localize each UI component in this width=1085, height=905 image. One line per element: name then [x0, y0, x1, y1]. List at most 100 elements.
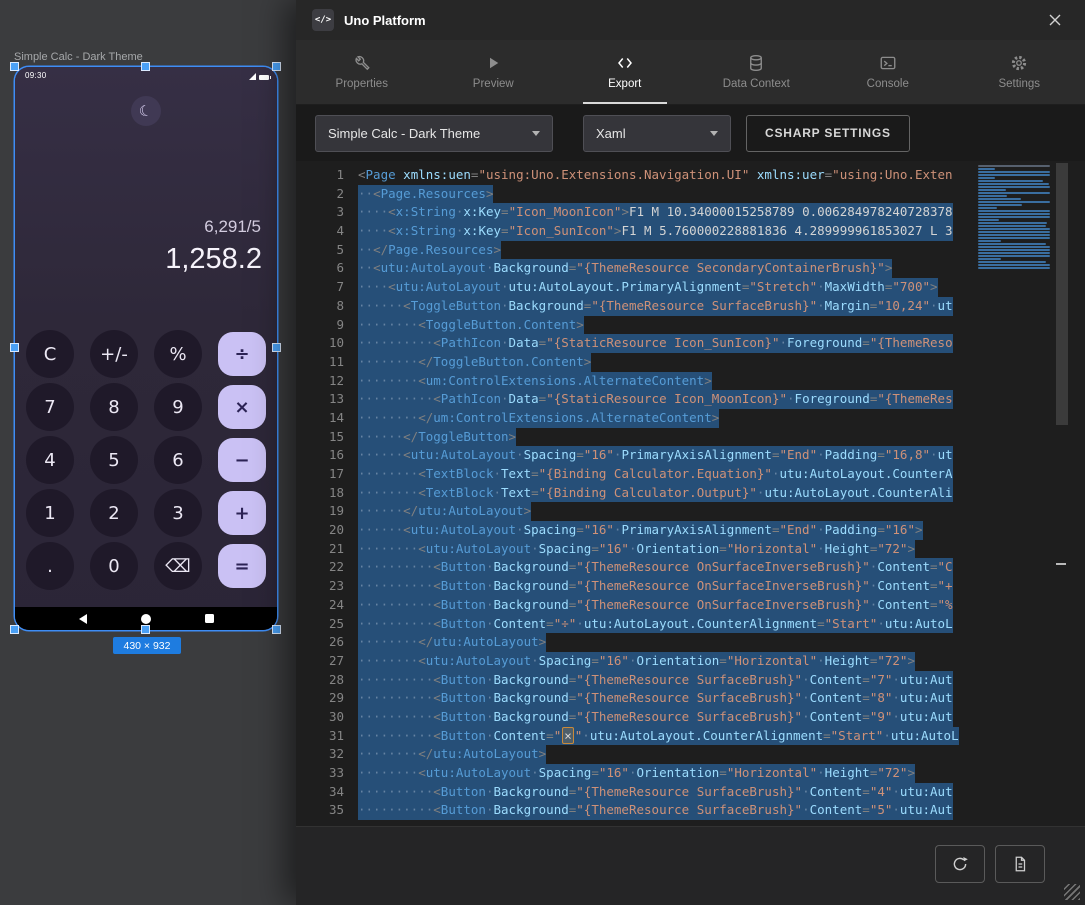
calc-key-plus[interactable]: +	[218, 491, 266, 535]
close-button[interactable]	[1047, 12, 1063, 28]
calc-key-plus-minus[interactable]: +/-	[90, 330, 138, 378]
selection-handle-se[interactable]	[273, 626, 280, 633]
theme-toggle-button[interactable]: ☾	[131, 96, 161, 126]
code-line[interactable]: 23··········<Button·Background="{ThemeRe…	[296, 577, 978, 596]
tab-data-context[interactable]: Data Context	[691, 40, 823, 104]
code-line[interactable]: 18········<TextBlock·Text="{Binding Calc…	[296, 484, 978, 503]
code-line[interactable]: 29··········<Button·Background="{ThemeRe…	[296, 689, 978, 708]
chevron-down-icon	[532, 131, 540, 136]
calc-key-decimal[interactable]: .	[26, 542, 74, 590]
calc-key-4[interactable]: 4	[26, 436, 74, 484]
selection-handle-w[interactable]	[11, 344, 18, 351]
calc-key-minus[interactable]: −	[218, 438, 266, 482]
code-line[interactable]: 25··········<Button·Content="÷"·utu:Auto…	[296, 615, 978, 634]
code-line[interactable]: 31··········<Button·Content="×"·utu:Auto…	[296, 727, 978, 746]
refresh-button[interactable]	[935, 845, 985, 883]
tab-settings[interactable]: Settings	[954, 40, 1085, 104]
code-line[interactable]: 3····<x:String·x:Key="Icon_MoonIcon">F1 …	[296, 203, 978, 222]
code-line[interactable]: 34··········<Button·Background="{ThemeRe…	[296, 783, 978, 802]
uno-platform-window: </> Uno Platform Properties Preview Expo…	[296, 0, 1085, 904]
code-line[interactable]: 21········<utu:AutoLayout·Spacing="16"·O…	[296, 540, 978, 559]
code-line[interactable]: 10··········<PathIcon·Data="{StaticResou…	[296, 334, 978, 353]
code-line[interactable]: 6··<utu:AutoLayout·Background="{ThemeRes…	[296, 259, 978, 278]
minimap[interactable]	[978, 165, 1056, 270]
gear-icon	[1010, 54, 1028, 72]
calculator-preview[interactable]: 09:30 ☾ 6,291/5 1,258.2 C+/-%÷789×456−12…	[15, 67, 277, 630]
code-line[interactable]: 16······<utu:AutoLayout·Spacing="16"·Pri…	[296, 446, 978, 465]
code-line[interactable]: 32········</utu:AutoLayout>	[296, 745, 978, 764]
selection-handle-n[interactable]	[142, 63, 149, 70]
code-line[interactable]: 27········<utu:AutoLayout·Spacing="16"·O…	[296, 652, 978, 671]
file-button[interactable]	[995, 845, 1045, 883]
titlebar[interactable]: </> Uno Platform	[296, 0, 1085, 40]
code-line[interactable]: 9········<ToggleButton.Content>	[296, 316, 978, 335]
scrollbar-thumb[interactable]	[1056, 163, 1068, 425]
code-line[interactable]: 17········<TextBlock·Text="{Binding Calc…	[296, 465, 978, 484]
csharp-settings-button[interactable]: CSHARP SETTINGS	[746, 115, 910, 152]
code-line[interactable]: 8······<ToggleButton·Background="{ThemeR…	[296, 297, 978, 316]
calc-key-6[interactable]: 6	[154, 436, 202, 484]
page-selector[interactable]: Simple Calc - Dark Theme	[315, 115, 553, 152]
tab-export[interactable]: Export	[559, 40, 691, 104]
format-selector[interactable]: Xaml	[583, 115, 731, 152]
calc-key-9[interactable]: 9	[154, 383, 202, 431]
phone-artboard[interactable]: 09:30 ☾ 6,291/5 1,258.2 C+/-%÷789×456−12…	[15, 67, 277, 630]
recents-square-icon[interactable]	[205, 614, 214, 623]
selection-handle-s[interactable]	[142, 626, 149, 633]
code-line[interactable]: 7····<utu:AutoLayout·utu:AutoLayout.Prim…	[296, 278, 978, 297]
tab-label: Settings	[998, 78, 1040, 90]
tab-label: Preview	[473, 78, 514, 90]
format-selector-value: Xaml	[596, 126, 626, 141]
code-line[interactable]: 26········</utu:AutoLayout>	[296, 633, 978, 652]
calc-key-multiply[interactable]: ×	[218, 385, 266, 429]
calc-key-7[interactable]: 7	[26, 383, 74, 431]
scrollbar-marker	[1056, 563, 1066, 565]
resize-grip[interactable]	[1064, 884, 1080, 900]
editor-scrollbar[interactable]	[1056, 161, 1068, 826]
code-line[interactable]: 20······<utu:AutoLayout·Spacing="16"·Pri…	[296, 521, 978, 540]
design-canvas[interactable]: Simple Calc - Dark Theme 09:30 ☾ 6,291/5…	[0, 0, 296, 904]
calc-key-5[interactable]: 5	[90, 436, 138, 484]
home-circle-icon[interactable]	[141, 614, 151, 624]
code-line[interactable]: 24··········<Button·Background="{ThemeRe…	[296, 596, 978, 615]
calc-key-clear[interactable]: C	[26, 330, 74, 378]
selection-handle-ne[interactable]	[273, 63, 280, 70]
calc-equation: 6,291/5	[204, 217, 261, 237]
back-triangle-icon[interactable]	[79, 614, 87, 624]
code-line[interactable]: 13··········<PathIcon·Data="{StaticResou…	[296, 390, 978, 409]
code-lines[interactable]: 1<Page xmlns:uen="using:Uno.Extensions.N…	[296, 166, 978, 826]
code-line[interactable]: 19······</utu:AutoLayout>	[296, 502, 978, 521]
code-line[interactable]: 1<Page xmlns:uen="using:Uno.Extensions.N…	[296, 166, 978, 185]
calc-key-divide[interactable]: ÷	[218, 332, 266, 376]
calc-key-1[interactable]: 1	[26, 489, 74, 537]
code-line[interactable]: 5··</Page.Resources>	[296, 241, 978, 260]
calc-key-equals[interactable]: =	[218, 544, 266, 588]
refresh-icon	[951, 855, 969, 873]
tab-properties[interactable]: Properties	[296, 40, 428, 104]
calc-key-8[interactable]: 8	[90, 383, 138, 431]
code-line[interactable]: 2··<Page.Resources>	[296, 185, 978, 204]
selection-handle-nw[interactable]	[11, 63, 18, 70]
code-line[interactable]: 12········<um:ControlExtensions.Alternat…	[296, 372, 978, 391]
selection-handle-sw[interactable]	[11, 626, 18, 633]
selection-handle-e[interactable]	[273, 344, 280, 351]
code-line[interactable]: 14········</um:ControlExtensions.Alterna…	[296, 409, 978, 428]
calc-key-0[interactable]: 0	[90, 542, 138, 590]
calc-key-percent[interactable]: %	[154, 330, 202, 378]
tab-console[interactable]: Console	[822, 40, 954, 104]
calc-key-2[interactable]: 2	[90, 489, 138, 537]
artboard-label[interactable]: Simple Calc - Dark Theme	[14, 51, 143, 63]
code-editor[interactable]: 1<Page xmlns:uen="using:Uno.Extensions.N…	[296, 161, 1085, 826]
code-line[interactable]: 4····<x:String·x:Key="Icon_SunIcon">F1 M…	[296, 222, 978, 241]
code-line[interactable]: 30··········<Button·Background="{ThemeRe…	[296, 708, 978, 727]
code-line[interactable]: 33········<utu:AutoLayout·Spacing="16"·O…	[296, 764, 978, 783]
close-icon	[1048, 13, 1062, 27]
code-line[interactable]: 35··········<Button·Background="{ThemeRe…	[296, 801, 978, 820]
calc-key-3[interactable]: 3	[154, 489, 202, 537]
calc-key-backspace[interactable]: ⌫	[154, 542, 202, 590]
code-line[interactable]: 28··········<Button·Background="{ThemeRe…	[296, 671, 978, 690]
code-line[interactable]: 11········</ToggleButton.Content>	[296, 353, 978, 372]
tab-preview[interactable]: Preview	[428, 40, 560, 104]
code-line[interactable]: 15······</ToggleButton>	[296, 428, 978, 447]
code-line[interactable]: 22··········<Button·Background="{ThemeRe…	[296, 558, 978, 577]
